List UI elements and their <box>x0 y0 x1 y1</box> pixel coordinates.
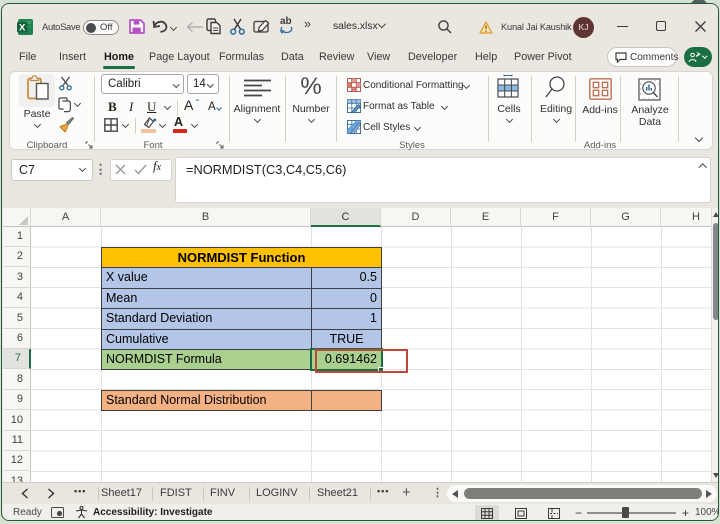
svg-text:X: X <box>19 23 26 34</box>
